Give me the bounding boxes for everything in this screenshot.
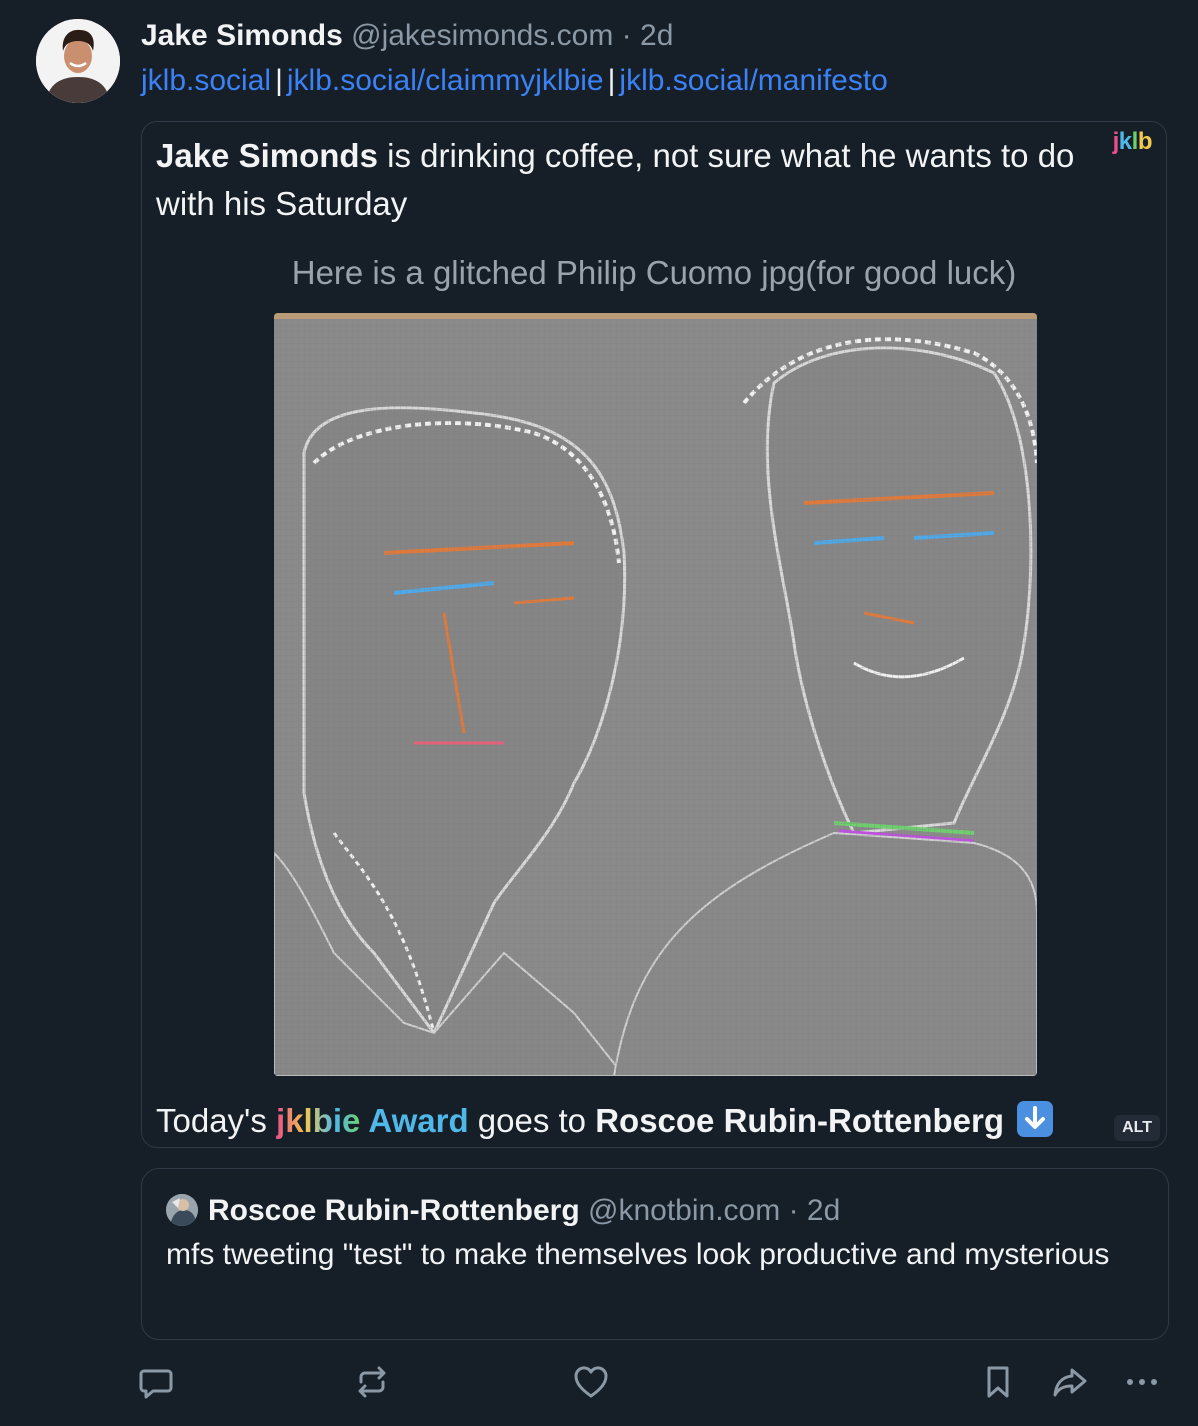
quote-text: mfs tweeting "test" to make themselves l…	[166, 1238, 1110, 1271]
status-text: Jake Simonds is drinking coffee, not sur…	[156, 132, 1086, 228]
bookmark-icon[interactable]	[978, 1362, 1018, 1402]
award-jklbie-label: jklbie	[276, 1102, 361, 1139]
author-handle[interactable]: @jakesimonds.com	[351, 19, 613, 52]
like-icon[interactable]	[571, 1362, 611, 1402]
meta-separator: ·	[621, 19, 632, 52]
quote-author-handle[interactable]: @knotbin.com	[588, 1194, 780, 1227]
award-prefix: Today's	[156, 1102, 277, 1139]
post-header: Jake Simonds @jakesimonds.com · 2d jklb.…	[141, 16, 1178, 101]
repost-icon[interactable]	[352, 1362, 392, 1402]
share-icon[interactable]	[1050, 1362, 1090, 1402]
link-manifesto[interactable]: jklb.social/manifesto	[619, 64, 887, 97]
author-avatar[interactable]	[36, 19, 120, 103]
quote-post[interactable]: Roscoe Rubin-Rottenberg @knotbin.com · 2…	[141, 1168, 1169, 1340]
quote-header: Roscoe Rubin-Rottenberg @knotbin.com · 2…	[166, 1191, 840, 1231]
quote-meta-separator: ·	[788, 1194, 799, 1227]
bio-links: jklb.social | jklb.social/claimmyjklbie | jk…	[141, 61, 1178, 101]
quote-author-name[interactable]: Roscoe Rubin-Rottenberg	[208, 1194, 580, 1227]
award-text: Today's jklbie Award goes to Roscoe Rubi…	[156, 1097, 1054, 1145]
award-word: Award	[360, 1102, 469, 1139]
logo-letter-k: k	[1118, 128, 1132, 155]
link-separator: |	[275, 64, 283, 97]
award-recipient[interactable]: Roscoe Rubin-Rottenberg	[595, 1102, 1004, 1139]
image-caption: Here is a glitched Philip Cuomo jpg(for …	[291, 254, 1017, 291]
down-arrow-icon	[1017, 1101, 1054, 1137]
author-line: Jake Simonds @jakesimonds.com · 2d	[141, 16, 1178, 56]
award-middle: goes to	[468, 1102, 596, 1139]
reply-icon[interactable]	[136, 1362, 176, 1402]
jklb-logo: jklb	[1113, 128, 1153, 156]
link-jklb-social[interactable]: jklb.social	[141, 64, 271, 97]
award-jklbie: jklbie	[276, 1102, 360, 1139]
author-name[interactable]: Jake Simonds	[141, 19, 343, 52]
glitched-photo[interactable]	[274, 313, 1037, 1076]
post-time[interactable]: 2d	[640, 19, 673, 52]
quote-avatar[interactable]	[166, 1194, 198, 1226]
quote-time[interactable]: 2d	[807, 1194, 840, 1227]
link-claimmyjklbie[interactable]: jklb.social/claimmyjklbie	[287, 64, 604, 97]
more-icon[interactable]	[1122, 1362, 1162, 1402]
post[interactable]: Jake Simonds @jakesimonds.com · 2d jklb.…	[0, 0, 1198, 1426]
logo-letter-b: b	[1137, 128, 1153, 155]
alt-badge[interactable]: ALT	[1114, 1115, 1160, 1141]
status-name: Jake Simonds	[156, 137, 378, 174]
link-separator: |	[607, 64, 616, 97]
embed-card[interactable]: Jake Simonds is drinking coffee, not sur…	[141, 121, 1167, 1148]
